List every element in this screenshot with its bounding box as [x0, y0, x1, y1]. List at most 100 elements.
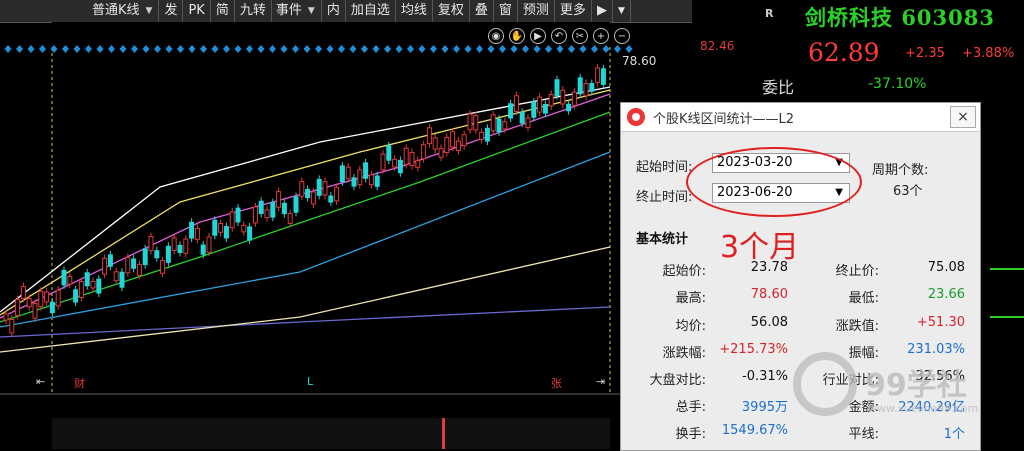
hand-icon[interactable]: ✋	[509, 28, 525, 44]
chevron-down-icon: ▼	[307, 6, 315, 16]
candle-body	[548, 94, 554, 107]
dialog-titlebar[interactable]: 个股K线区间统计——L2 ×	[621, 103, 980, 132]
tool-forecast[interactable]: 预测	[518, 0, 555, 22]
candle-body	[490, 114, 496, 132]
flat-label: 平线:	[848, 427, 879, 442]
candle-body	[107, 254, 113, 267]
candle-body	[119, 271, 125, 288]
candle-body	[600, 68, 606, 85]
eye-icon[interactable]: ◉	[488, 28, 504, 44]
max-price-marker: 78.60	[622, 54, 657, 68]
scissors-icon[interactable]: ✂	[572, 28, 588, 44]
candle-body	[479, 131, 485, 140]
tool-jiuzhuan[interactable]: 九转	[235, 0, 272, 22]
tool-more[interactable]: 更多	[555, 0, 592, 22]
candle-body	[571, 91, 577, 106]
stock-name: 剑桥科技	[805, 5, 893, 30]
candle-body	[281, 202, 287, 215]
candle-body	[258, 200, 264, 215]
candle-body	[513, 95, 519, 112]
candle-body	[200, 244, 206, 255]
candle-body	[542, 103, 548, 114]
candle-body	[15, 299, 21, 317]
price-change-pct: +3.88%	[962, 46, 1015, 61]
l2-marker[interactable]: L	[307, 375, 313, 388]
chart-toolbar: 普通K线 ▼ 发 PK 简 九转 事件 ▼ 内 加自选 均线 复权 叠 窗 预测…	[0, 0, 692, 23]
finance-marker[interactable]: 财	[74, 375, 85, 391]
tool-fa[interactable]: 发	[159, 0, 184, 22]
candle-body	[78, 281, 84, 299]
candle-body	[508, 103, 514, 119]
kline-chart[interactable]	[0, 22, 692, 449]
tool-add-watch[interactable]: 加自选	[346, 0, 396, 22]
stock-code: 603083	[901, 5, 995, 30]
kline-type-label: 普通K线	[92, 3, 140, 18]
candle-body	[252, 206, 258, 224]
close-button[interactable]: ×	[950, 106, 976, 128]
candle-body	[444, 137, 450, 154]
candle-body	[397, 159, 403, 174]
period-count-value: 63个	[893, 184, 923, 199]
plot-area	[52, 22, 610, 449]
event-label: 事件	[275, 3, 302, 18]
volume-subpanel	[52, 418, 610, 449]
event-select[interactable]: 事件 ▼	[272, 0, 322, 22]
scroll-right-icon[interactable]: ⇥	[596, 375, 605, 388]
candle-body	[44, 291, 50, 303]
candle-body	[299, 181, 305, 197]
candle-body	[26, 298, 32, 308]
candle-body	[455, 140, 461, 151]
tool-overlay[interactable]: 叠	[470, 0, 494, 22]
candle-body	[241, 224, 247, 233]
minus-icon[interactable]: −	[614, 28, 630, 44]
candle-body	[403, 147, 409, 165]
tool-simple[interactable]: 简	[211, 0, 235, 22]
event-diamond	[39, 45, 46, 53]
watermark-logo-icon	[793, 352, 857, 416]
candle-body	[270, 202, 276, 218]
price-change: +2.35	[905, 46, 945, 61]
candle-body	[577, 77, 583, 95]
r-marker: R	[765, 7, 774, 20]
volume-tick	[990, 268, 1024, 270]
candle-body	[310, 191, 316, 205]
limit-marker[interactable]: 张	[551, 375, 562, 391]
volume-label: 总手:	[675, 400, 706, 415]
tool-window[interactable]: 窗	[494, 0, 518, 22]
candle-body	[67, 275, 73, 285]
candle-body	[73, 289, 79, 303]
play-icon[interactable]: ▶	[592, 0, 613, 22]
vs-market-label: 大盘对比:	[649, 373, 706, 388]
amp-value: 231.03%	[907, 342, 965, 357]
candle-body	[531, 101, 537, 118]
high-label: 最高:	[675, 291, 706, 306]
chevron-down-icon[interactable]: ▼	[613, 0, 631, 22]
tool-adjust[interactable]: 复权	[433, 0, 470, 22]
candle-body	[9, 318, 15, 334]
undo-icon[interactable]: ↶	[551, 28, 567, 44]
candle-body	[38, 290, 44, 308]
candle-body	[496, 118, 502, 133]
candle-body	[368, 174, 374, 186]
candle-body	[525, 117, 531, 128]
low-label: 最低:	[848, 291, 879, 306]
scroll-left-icon[interactable]: ⇤	[36, 375, 45, 388]
start-price-value: 23.78	[750, 260, 788, 275]
candle-body	[595, 67, 601, 83]
tool-ma[interactable]: 均线	[396, 0, 433, 22]
candle-body	[357, 169, 363, 186]
tool-pk[interactable]: PK	[183, 0, 211, 22]
candle-body	[276, 191, 282, 208]
last-price: 62.89	[808, 38, 880, 67]
candle-body	[264, 209, 270, 219]
plus-icon[interactable]: +	[593, 28, 609, 44]
candle-body	[432, 137, 438, 150]
basic-stats-heading: 基本统计	[636, 232, 689, 247]
tool-inner[interactable]: 内	[322, 0, 346, 22]
candle-body	[473, 115, 479, 131]
kline-type-select[interactable]: 普通K线 ▼	[0, 0, 160, 22]
event-diamond	[16, 45, 23, 53]
play-icon[interactable]: ▶	[530, 28, 546, 44]
candle-body	[49, 301, 55, 314]
candle-body	[519, 111, 525, 124]
